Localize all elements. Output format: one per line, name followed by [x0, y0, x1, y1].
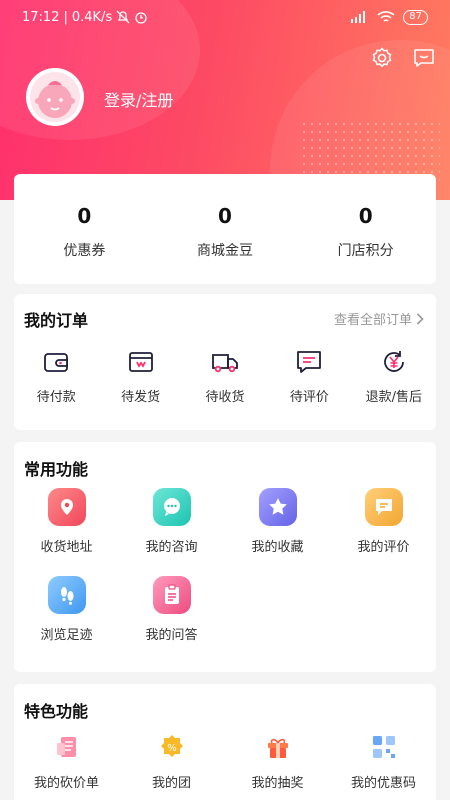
feature-label: 我的团: [151, 776, 191, 791]
signal-icon: [351, 11, 366, 23]
feature-shipping-address[interactable]: 收货地址: [14, 488, 119, 555]
footprint-icon: [47, 576, 86, 614]
feature-label: 浏览足迹: [40, 628, 93, 643]
order-label: 待评价: [289, 390, 329, 405]
group-buy-icon: %: [157, 732, 187, 762]
order-refund-aftersale[interactable]: 退款/售后: [352, 348, 436, 405]
feature-my-group-buy[interactable]: % 我的团: [119, 732, 224, 791]
order-label: 待收货: [205, 390, 245, 405]
special-features-title: 特色功能: [24, 702, 89, 721]
clipboard-icon: [152, 576, 191, 614]
order-label: 待付款: [36, 390, 76, 405]
truck-icon: [212, 354, 238, 373]
stat-label: 优惠券: [63, 243, 106, 259]
status-speed: 0.4K/s: [71, 9, 113, 25]
header-actions: [370, 46, 436, 70]
feature-my-coupon-codes[interactable]: 我的优惠码: [331, 732, 436, 791]
message-icon[interactable]: [412, 46, 436, 70]
order-label: 退款/售后: [365, 390, 423, 405]
wallet-icon: [44, 353, 69, 372]
login-register-link[interactable]: 登录/注册: [104, 87, 173, 111]
avatar[interactable]: [26, 68, 84, 126]
bargain-icon: [52, 732, 82, 762]
feature-label: 我的收藏: [251, 540, 304, 555]
feature-my-consultation[interactable]: 我的咨询: [119, 488, 224, 555]
feature-label: 我的评价: [357, 540, 410, 555]
stat-coupons[interactable]: 0 优惠券: [14, 174, 155, 284]
stat-value: 0: [358, 204, 373, 228]
header-dots-decoration: [300, 120, 440, 180]
feature-my-bargains[interactable]: 我的砍价单: [14, 732, 119, 791]
status-bar: 17:12 | 0.4K/s 87: [0, 0, 450, 34]
chat-icon: [152, 488, 191, 526]
feature-browsing-history[interactable]: 浏览足迹: [14, 576, 119, 643]
baby-face-icon: [35, 81, 75, 118]
settings-icon[interactable]: [370, 46, 394, 70]
star-icon: [258, 488, 297, 526]
order-pending-review[interactable]: 待评价: [267, 348, 351, 405]
refund-icon: [383, 351, 404, 372]
order-label: 待发货: [121, 390, 161, 405]
order-pending-receipt[interactable]: 待收货: [183, 348, 267, 405]
feature-label: 收货地址: [40, 540, 93, 555]
battery-indicator: 87: [403, 9, 428, 25]
feature-my-lottery[interactable]: 我的抽奖: [225, 732, 330, 791]
stat-value: 0: [218, 204, 232, 228]
orders-title: 我的订单: [24, 311, 89, 330]
order-pending-shipment[interactable]: 待发货: [98, 348, 182, 405]
orders-card: 我的订单 查看全部订单 待付款 待发货 待收货 待评价 退款/售后: [14, 294, 436, 430]
alarm-icon: [135, 12, 147, 24]
mute-icon: [116, 10, 130, 24]
qrcode-icon: [369, 732, 399, 762]
common-features-card: 常用功能 收货地址 我的咨询 我的收藏 我的评价 浏览足迹 我的问答: [14, 442, 436, 672]
stat-label: 商城金豆: [197, 243, 253, 259]
feature-my-qa[interactable]: 我的问答: [119, 576, 224, 643]
review-icon: [364, 488, 403, 526]
feature-label: 我的抽奖: [251, 776, 304, 791]
feature-label: 我的问答: [145, 628, 198, 643]
stats-card: 0 优惠券 0 商城金豆 0 门店积分: [14, 174, 436, 284]
see-all-orders-link[interactable]: 查看全部订单: [334, 309, 424, 328]
status-time: 17:12: [22, 9, 60, 25]
gift-icon: [263, 732, 293, 762]
feature-label: 我的砍价单: [33, 776, 99, 791]
stat-gold-beans[interactable]: 0 商城金豆: [155, 174, 296, 284]
stat-label: 门店积分: [337, 243, 394, 259]
box-icon: [128, 352, 153, 372]
chevron-right-icon: [416, 312, 424, 325]
location-icon: [47, 488, 86, 526]
feature-label: 我的咨询: [145, 540, 198, 555]
stat-value: 0: [77, 204, 92, 228]
special-features-card: 特色功能 我的砍价单 % 我的团 我的抽奖 我的优惠码: [14, 684, 436, 800]
svg-text:%: %: [167, 743, 177, 754]
common-features-title: 常用功能: [24, 460, 89, 479]
feature-label: 我的优惠码: [350, 776, 416, 791]
order-pending-payment[interactable]: 待付款: [14, 348, 98, 405]
wifi-icon: [377, 11, 395, 22]
comment-icon: [297, 351, 322, 373]
avatar-image: [30, 72, 80, 122]
feature-my-reviews[interactable]: 我的评价: [331, 488, 436, 555]
see-all-orders-label: 查看全部订单: [333, 313, 412, 328]
feature-my-favorites[interactable]: 我的收藏: [225, 488, 330, 555]
stat-store-points[interactable]: 0 门店积分: [295, 174, 436, 284]
